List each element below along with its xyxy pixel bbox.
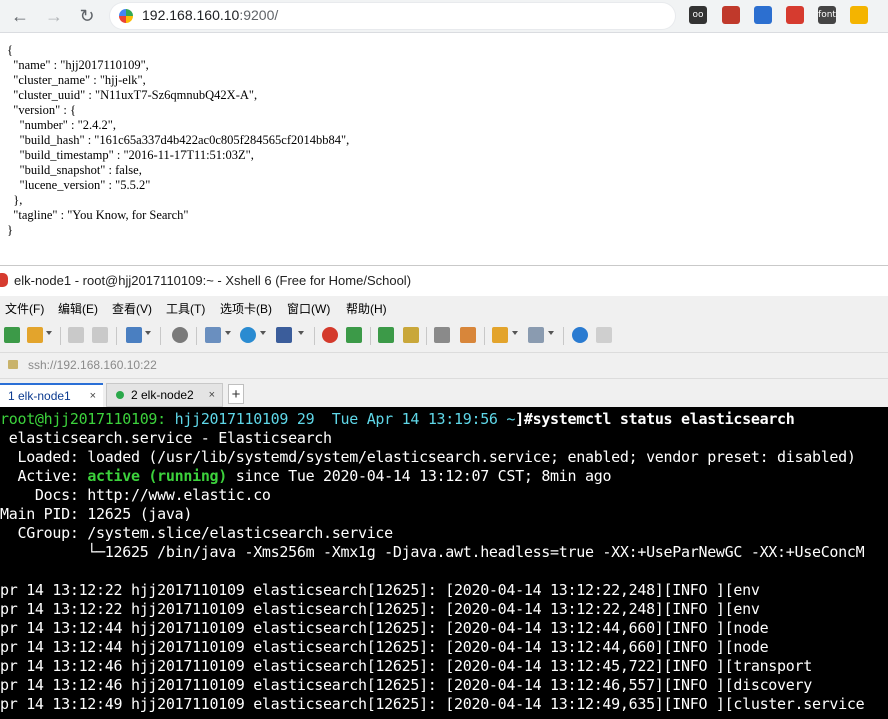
browser-toolbar: ← → ↻ 192.168.160.10:9200/ oo font bbox=[0, 0, 888, 33]
lock-icon bbox=[8, 360, 18, 369]
address-bar[interactable]: 192.168.160.10:9200/ bbox=[110, 3, 675, 29]
ext-red-icon[interactable] bbox=[722, 6, 740, 24]
xmanager-icon[interactable] bbox=[346, 327, 362, 343]
ext-red2-icon[interactable] bbox=[786, 6, 804, 24]
toolbar-divider bbox=[160, 327, 161, 345]
chat-icon[interactable] bbox=[596, 327, 612, 343]
log-line: pr 14 13:12:49 hjj2017110109 elasticsear… bbox=[0, 695, 865, 713]
loaded-line: Loaded: loaded (/usr/lib/systemd/system/… bbox=[0, 448, 856, 466]
log-line: pr 14 13:12:44 hjj2017110109 elasticsear… bbox=[0, 619, 769, 637]
menu-bar: 文件(F) 编辑(E) 查看(V) 工具(T) 选项卡(B) 窗口(W) 帮助(… bbox=[0, 296, 888, 320]
tab-label: 1 elk-node1 bbox=[8, 389, 71, 403]
lock-icon[interactable] bbox=[403, 327, 419, 343]
menu-tools[interactable]: 工具(T) bbox=[166, 300, 205, 317]
xftp-icon[interactable] bbox=[322, 327, 338, 343]
chevron-down-icon[interactable] bbox=[46, 331, 52, 335]
toolbar-divider bbox=[314, 327, 315, 345]
chevron-down-icon[interactable] bbox=[298, 331, 304, 335]
tab-elk-node2[interactable]: 2 elk-node2 × bbox=[106, 383, 223, 407]
toolbar-divider bbox=[116, 327, 117, 345]
chevron-down-icon[interactable] bbox=[512, 331, 518, 335]
chevron-down-icon[interactable] bbox=[548, 331, 554, 335]
compose-icon[interactable] bbox=[460, 327, 476, 343]
menu-help[interactable]: 帮助(H) bbox=[346, 300, 387, 317]
keyboard-icon[interactable] bbox=[434, 327, 450, 343]
toolbar-divider bbox=[196, 327, 197, 345]
back-arrow-icon[interactable]: ← bbox=[8, 4, 32, 28]
globe-icon[interactable] bbox=[240, 327, 256, 343]
session-address[interactable]: ssh://192.168.160.10:22 bbox=[28, 358, 157, 372]
menu-view[interactable]: 查看(V) bbox=[112, 300, 152, 317]
toolbar-divider bbox=[563, 327, 564, 345]
reload-icon[interactable]: ↻ bbox=[75, 4, 99, 28]
reconnect-icon[interactable] bbox=[68, 327, 84, 343]
json-response-page: { "name" : "hjj2017110109", "cluster_nam… bbox=[0, 33, 888, 265]
toolbar-divider bbox=[426, 327, 427, 345]
ext-bird-icon[interactable] bbox=[754, 6, 772, 24]
address-url[interactable]: 192.168.160.10:9200/ bbox=[142, 7, 278, 23]
terminal[interactable]: root@hjj2017110109: hjj2017110109 29 Tue… bbox=[0, 407, 888, 719]
menu-tabs[interactable]: 选项卡(B) bbox=[220, 300, 272, 317]
chevron-down-icon[interactable] bbox=[260, 331, 266, 335]
properties-icon[interactable] bbox=[126, 327, 142, 343]
menu-window[interactable]: 窗口(W) bbox=[287, 300, 330, 317]
find-icon[interactable] bbox=[172, 327, 188, 343]
tab-label: 2 elk-node2 bbox=[131, 388, 194, 402]
log-line: pr 14 13:12:46 hjj2017110109 elasticsear… bbox=[0, 657, 812, 675]
log-line: pr 14 13:12:22 hjj2017110109 elasticsear… bbox=[0, 581, 760, 599]
toolbar-divider bbox=[60, 327, 61, 345]
forward-arrow-icon[interactable]: → bbox=[42, 4, 66, 28]
tab-elk-node1[interactable]: 1 elk-node1 × bbox=[0, 383, 103, 407]
log-line: pr 14 13:12:46 hjj2017110109 elasticsear… bbox=[0, 676, 812, 694]
xshell-window: elk-node1 - root@hjj2017110109:~ - Xshel… bbox=[0, 265, 888, 719]
help-icon[interactable] bbox=[572, 327, 588, 343]
json-response-text: { "name" : "hjj2017110109", "cluster_nam… bbox=[7, 43, 350, 237]
menu-edit[interactable]: 编辑(E) bbox=[58, 300, 98, 317]
cgroup-line: CGroup: /system.slice/elasticsearch.serv… bbox=[0, 524, 393, 542]
connected-status-icon bbox=[116, 391, 124, 399]
xshell-toolbar bbox=[0, 320, 888, 352]
new-session-icon[interactable] bbox=[4, 327, 20, 343]
log-line: pr 14 13:12:44 hjj2017110109 elasticsear… bbox=[0, 638, 769, 656]
close-icon[interactable]: × bbox=[90, 385, 96, 407]
layout-icon[interactable] bbox=[205, 327, 221, 343]
ext-owl-icon[interactable]: oo bbox=[689, 6, 707, 24]
active-line: Active: active (running) since Tue 2020-… bbox=[0, 467, 612, 485]
close-icon[interactable]: × bbox=[209, 384, 215, 406]
menu-file[interactable]: 文件(F) bbox=[5, 300, 44, 317]
pid-line: Main PID: 12625 (java) bbox=[0, 505, 193, 523]
site-info-icon[interactable] bbox=[119, 9, 133, 23]
docs-line: Docs: http://www.elastic.co bbox=[0, 486, 271, 504]
window-title: elk-node1 - root@hjj2017110109:~ - Xshel… bbox=[14, 273, 412, 288]
add-tab-button[interactable]: + bbox=[228, 384, 244, 404]
open-folder-icon[interactable] bbox=[27, 327, 43, 343]
chevron-down-icon[interactable] bbox=[145, 331, 151, 335]
xshell-app-icon bbox=[0, 273, 8, 287]
disconnect-icon[interactable] bbox=[92, 327, 108, 343]
tab-layout-icon[interactable] bbox=[528, 327, 544, 343]
service-line: elasticsearch.service - Elasticsearch bbox=[0, 429, 332, 447]
toolbar-divider bbox=[484, 327, 485, 345]
ext-chrome-icon[interactable] bbox=[850, 6, 868, 24]
log-line: pr 14 13:12:22 hjj2017110109 elasticsear… bbox=[0, 600, 760, 618]
toolbar-divider bbox=[370, 327, 371, 345]
fullscreen-icon[interactable] bbox=[378, 327, 394, 343]
font-icon[interactable] bbox=[276, 327, 292, 343]
chevron-down-icon[interactable] bbox=[225, 331, 231, 335]
transfer-icon[interactable] bbox=[492, 327, 508, 343]
prompt-line: root@hjj2017110109: hjj2017110109 29 Tue… bbox=[0, 410, 795, 428]
cgroup-child-line: └─12625 /bin/java -Xms256m -Xmx1g -Djava… bbox=[0, 543, 865, 561]
xshell-title-bar: elk-node1 - root@hjj2017110109:~ - Xshel… bbox=[0, 266, 888, 296]
ext-font-icon[interactable]: font bbox=[818, 6, 836, 24]
session-address-bar[interactable]: ssh://192.168.160.10:22 bbox=[0, 352, 888, 379]
session-tabs: 1 elk-node1 × 2 elk-node2 × + bbox=[0, 378, 888, 407]
